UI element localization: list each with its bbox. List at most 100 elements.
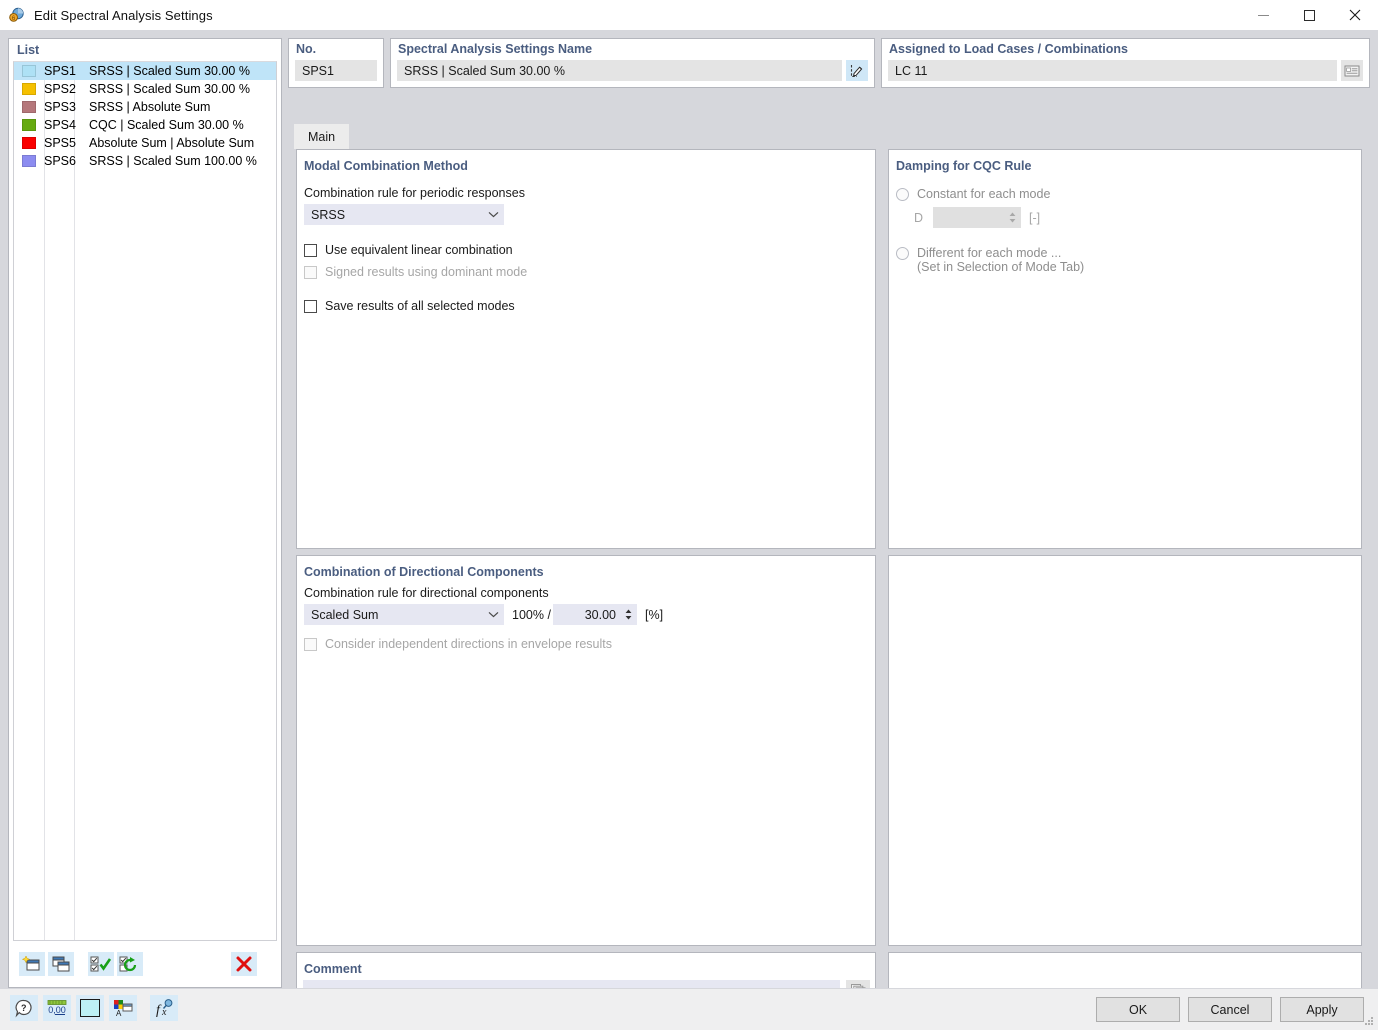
new-item-button[interactable]	[19, 952, 45, 976]
radio-different-for-each-mode[interactable]: Different for each mode ... (Set in Sele…	[896, 246, 1084, 274]
assigned-field-group: Assigned to Load Cases / Combinations LC…	[881, 38, 1370, 88]
directional-ratio-value: 30.00	[554, 608, 621, 622]
tab-strip: Main	[288, 124, 1370, 149]
list-item[interactable]: SPS3 SRSS | Absolute Sum	[14, 98, 276, 116]
display-properties-icon[interactable]: A	[109, 995, 137, 1021]
radio-label: Different for each mode ...	[917, 246, 1084, 260]
list-item-color-swatch	[22, 83, 36, 95]
list-item[interactable]: SPS1 SRSS | Scaled Sum 30.00 %	[14, 62, 276, 80]
chevron-down-icon	[483, 611, 503, 618]
assigned-label: Assigned to Load Cases / Combinations	[882, 39, 1369, 56]
list-item-description: Absolute Sum | Absolute Sum	[82, 136, 276, 150]
list-column-rule-2	[74, 62, 75, 940]
checkbox-use-equivalent-linear-combination[interactable]: Use equivalent linear combination	[304, 243, 513, 257]
list-item-description: SRSS | Absolute Sum	[82, 100, 276, 114]
name-input[interactable]: SRSS | Scaled Sum 30.00 %	[397, 60, 842, 81]
list-item-description: SRSS | Scaled Sum 30.00 %	[82, 64, 276, 78]
directional-ratio-prefix: 100% /	[512, 608, 551, 622]
list-item-description: SRSS | Scaled Sum 100.00 %	[82, 154, 276, 168]
list-item-description: CQC | Scaled Sum 30.00 %	[82, 118, 276, 132]
edit-pencil-icon[interactable]	[846, 60, 868, 81]
checkbox-label: Use equivalent linear combination	[325, 243, 513, 257]
svg-text:?: ?	[21, 1003, 27, 1013]
directional-rule-value: Scaled Sum	[305, 608, 483, 622]
list-item-no: SPS5	[44, 136, 82, 150]
svg-text:A: A	[116, 1009, 122, 1018]
svg-text:0,00: 0,00	[48, 1005, 66, 1015]
list-column-rule-1	[44, 62, 45, 940]
radio-label-sub: (Set in Selection of Mode Tab)	[917, 260, 1084, 274]
checkbox-save-results-of-all-selected-modes[interactable]: Save results of all selected modes	[304, 299, 515, 313]
spinner-arrows-icon[interactable]	[621, 605, 636, 624]
assigned-input[interactable]: LC 11	[888, 60, 1337, 81]
checkbox-signed-results-using-dominant-mode: Signed results using dominant mode	[304, 265, 527, 279]
close-button[interactable]	[1332, 0, 1378, 30]
list-item[interactable]: SPS4 CQC | Scaled Sum 30.00 %	[14, 116, 276, 134]
window-controls	[1240, 0, 1378, 30]
list-item-no: SPS2	[44, 82, 82, 96]
cancel-button[interactable]: Cancel	[1188, 997, 1272, 1022]
status-bar-icons: ? 0,00 A	[10, 995, 183, 1021]
number-format-icon[interactable]: 0,00	[43, 995, 71, 1021]
list-panel: List SPS1 SRSS | Scaled Sum 30.00 % SPS2…	[8, 38, 282, 988]
no-field-group: No. SPS1	[288, 38, 384, 88]
no-input[interactable]: SPS1	[295, 60, 377, 81]
copy-item-button[interactable]	[48, 952, 74, 976]
periodic-rule-value: SRSS	[305, 208, 483, 222]
list-item-no: SPS1	[44, 64, 82, 78]
directional-title: Combination of Directional Components	[304, 565, 544, 579]
list-item[interactable]: SPS5 Absolute Sum | Absolute Sum	[14, 134, 276, 152]
apply-button[interactable]: Apply	[1280, 997, 1364, 1022]
damping-title: Damping for CQC Rule	[896, 159, 1031, 173]
radio-label: Constant for each mode	[917, 187, 1050, 201]
dialog-body: List SPS1 SRSS | Scaled Sum 30.00 % SPS2…	[0, 30, 1378, 1030]
list-item-color-swatch	[22, 137, 36, 149]
right-middle-panel	[888, 555, 1362, 946]
list-item-color-swatch	[22, 101, 36, 113]
checkbox-box	[304, 638, 317, 651]
spectral-analysis-icon: 6	[8, 6, 26, 24]
no-label: No.	[289, 39, 383, 56]
invert-selection-button[interactable]	[117, 952, 143, 976]
title-bar: 6 Edit Spectral Analysis Settings	[0, 0, 1378, 30]
ok-button[interactable]: OK	[1096, 997, 1180, 1022]
tab-main[interactable]: Main	[294, 124, 349, 149]
list-select-icon[interactable]	[1341, 60, 1363, 81]
help-icon[interactable]: ?	[10, 995, 38, 1021]
select-all-button[interactable]	[88, 952, 114, 976]
directional-rule-select[interactable]: Scaled Sum	[304, 604, 504, 625]
list-item-color-swatch	[22, 119, 36, 131]
chevron-down-icon	[483, 211, 503, 218]
damping-d-label: D	[914, 211, 923, 225]
directional-ratio-input[interactable]: 30.00	[553, 604, 637, 625]
modal-combination-title: Modal Combination Method	[304, 159, 468, 173]
comment-title: Comment	[304, 962, 362, 976]
checkbox-box	[304, 244, 317, 257]
status-bar: ? 0,00 A	[0, 988, 1378, 1030]
delete-item-button[interactable]	[231, 952, 257, 976]
checkbox-label: Signed results using dominant mode	[325, 265, 527, 279]
name-field-group: Spectral Analysis Settings Name SRSS | S…	[390, 38, 875, 88]
spinner-arrows-icon	[1005, 208, 1020, 227]
resize-grip[interactable]	[1363, 1015, 1375, 1027]
list-item[interactable]: SPS2 SRSS | Scaled Sum 30.00 %	[14, 80, 276, 98]
radio-circle	[896, 247, 909, 260]
name-label: Spectral Analysis Settings Name	[391, 39, 874, 56]
directional-rule-label: Combination rule for directional compone…	[304, 586, 549, 600]
list-item[interactable]: SPS6 SRSS | Scaled Sum 100.00 %	[14, 152, 276, 170]
maximize-button[interactable]	[1286, 0, 1332, 30]
radio-circle	[896, 188, 909, 201]
modal-combination-method-panel: Modal Combination Method Combination rul…	[296, 149, 876, 549]
periodic-rule-select[interactable]: SRSS	[304, 204, 504, 225]
color-swatch-icon[interactable]	[76, 995, 104, 1021]
settings-list[interactable]: SPS1 SRSS | Scaled Sum 30.00 % SPS2 SRSS…	[13, 61, 277, 941]
list-item-color-swatch	[22, 155, 36, 167]
list-toolbar	[13, 945, 277, 983]
minimize-button[interactable]	[1240, 0, 1286, 30]
directional-ratio-unit: [%]	[645, 608, 663, 622]
radio-constant-for-each-mode[interactable]: Constant for each mode	[896, 187, 1050, 201]
damping-d-unit: [-]	[1029, 211, 1040, 225]
formula-icon[interactable]: f x	[150, 995, 178, 1021]
checkbox-box	[304, 300, 317, 313]
list-item-color-swatch	[22, 65, 36, 77]
